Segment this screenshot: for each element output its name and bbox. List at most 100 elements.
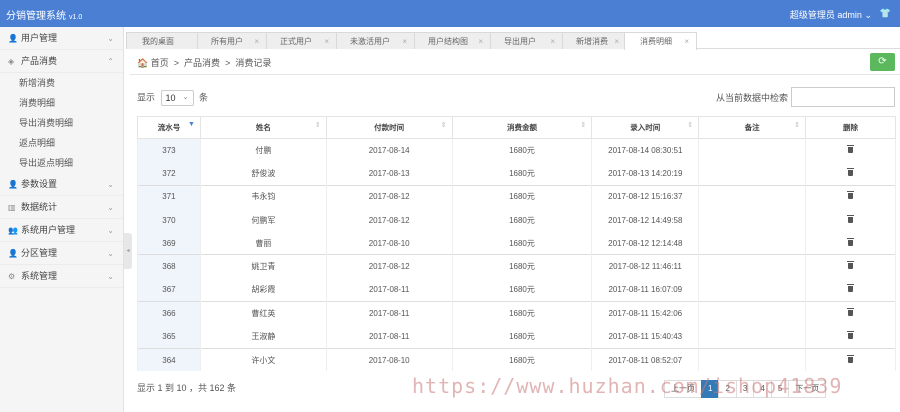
tab-3[interactable]: 正式用户 × bbox=[264, 32, 337, 49]
app-title-text: 分销管理系统 bbox=[6, 11, 66, 22]
tab-2[interactable]: 所有用户 × bbox=[195, 32, 267, 49]
cell-entry_time: 2017-08-14 08:30:51 bbox=[591, 137, 700, 162]
user-role: 超级管理员 bbox=[789, 10, 835, 20]
trash-icon[interactable] bbox=[847, 237, 855, 246]
sidebar-item-4[interactable]: ▥ 数据统计 ⌄ bbox=[0, 196, 123, 219]
sidebar-item-5[interactable]: 👥 系统用户管理 ⌄ bbox=[0, 219, 123, 242]
tab-5[interactable]: 用户结构图 × bbox=[412, 32, 491, 49]
trash-icon[interactable] bbox=[847, 284, 855, 293]
tab-label: 所有用户 bbox=[211, 37, 243, 46]
close-icon[interactable]: × bbox=[324, 33, 329, 50]
sidebar-item-7[interactable]: ⚙ 系统管理 ⌄ bbox=[0, 265, 123, 288]
column-header[interactable]: 姓名 ⇕ bbox=[199, 116, 327, 139]
table-row: 364 许小文 2017-08-10 1680元 2017-08-11 08:52:07 bbox=[137, 347, 896, 372]
chevron-down-icon: ⌄ bbox=[182, 94, 189, 101]
sidebar-item-label: 数据统计 bbox=[21, 202, 58, 212]
breadcrumb-home[interactable]: 首页 bbox=[151, 58, 169, 68]
tab-7[interactable]: 新增消费 × bbox=[560, 32, 627, 49]
column-header-label: 流水号 bbox=[157, 123, 181, 132]
sidebar-subitem[interactable]: 返点明细 bbox=[0, 133, 123, 153]
trash-icon[interactable] bbox=[847, 330, 855, 339]
table-row: 368 姚卫青 2017-08-12 1680元 2017-08-12 11:46:11 bbox=[137, 254, 896, 279]
tab-6[interactable]: 导出用户 × bbox=[488, 32, 563, 49]
column-header[interactable]: 录入时间 ⇕ bbox=[591, 116, 700, 139]
cell-entry_time: 2017-08-12 15:16:37 bbox=[591, 184, 700, 209]
column-header[interactable]: 消费金额 ⇕ bbox=[451, 116, 593, 139]
sidebar-subitem[interactable]: 新增消费 bbox=[0, 73, 123, 93]
cell-amount: 1680元 bbox=[451, 161, 593, 186]
cell-note bbox=[698, 231, 807, 255]
page-size-label: 显示 bbox=[137, 92, 156, 103]
sidebar-item-3[interactable]: 👤 参数设置 ⌄ bbox=[0, 173, 123, 196]
chevron-down-icon: ⌄ bbox=[107, 226, 114, 235]
trash-icon[interactable] bbox=[847, 214, 855, 223]
cell-name: 舒俊波 bbox=[199, 161, 327, 186]
cell-delete bbox=[805, 278, 896, 302]
tab-4[interactable]: 未激活用户 × bbox=[334, 32, 415, 49]
trash-icon[interactable] bbox=[847, 354, 855, 363]
sidebar-subitem[interactable]: 导出返点明细 bbox=[0, 153, 123, 173]
user-menu[interactable]: 超级管理员 admin ⌄ bbox=[790, 8, 872, 21]
sidebar-subitem[interactable]: 消费明细 bbox=[0, 93, 123, 113]
cell-entry_time: 2017-08-11 08:52:07 bbox=[591, 347, 700, 372]
table-row: 372 舒俊波 2017-08-13 1680元 2017-08-13 14:20:19 bbox=[137, 161, 896, 186]
sidebar-item-1[interactable]: 👤 用户管理 ⌄ bbox=[0, 27, 123, 50]
close-icon[interactable]: × bbox=[614, 33, 619, 50]
close-icon[interactable]: × bbox=[402, 33, 407, 50]
trash-icon[interactable] bbox=[847, 307, 855, 316]
sidebar-collapse-handle[interactable]: ◂ bbox=[124, 233, 132, 269]
sort-icon[interactable]: ⇕ bbox=[794, 121, 800, 129]
sort-icon[interactable]: ⇕ bbox=[315, 121, 321, 129]
column-header[interactable]: 流水号 ▼ bbox=[137, 116, 201, 139]
trash-icon[interactable] bbox=[847, 261, 855, 270]
tab-8[interactable]: 消费明细 × bbox=[624, 32, 697, 50]
chevron-down-icon: ⌄ bbox=[107, 34, 114, 43]
cell-delete bbox=[805, 184, 896, 209]
cell-note bbox=[698, 324, 807, 349]
sort-icon[interactable]: ⇕ bbox=[441, 121, 447, 129]
search-input[interactable] bbox=[791, 87, 895, 107]
chevron-down-icon: ⌄ bbox=[107, 180, 114, 189]
table-row: 373 付鹏 2017-08-14 1680元 2017-08-14 08:30:51 bbox=[137, 137, 896, 162]
cell-pay_time: 2017-08-11 bbox=[325, 278, 453, 302]
column-header-label: 消费金额 bbox=[506, 123, 537, 132]
refresh-button[interactable]: ⟳ bbox=[870, 53, 895, 71]
trash-icon[interactable] bbox=[847, 144, 855, 153]
column-header[interactable]: 备注 ⇕ bbox=[698, 116, 807, 139]
close-icon[interactable]: × bbox=[684, 33, 689, 50]
page-size-select[interactable]: 10 ⌄ bbox=[160, 90, 194, 106]
breadcrumb: 🏠 首页 > 产品消费 > 消费记录 bbox=[137, 56, 271, 69]
column-header[interactable]: 付款时间 ⇕ bbox=[325, 116, 453, 139]
skin-icon[interactable]: 👕 bbox=[880, 8, 891, 19]
chevron-down-icon: ⌄ bbox=[107, 272, 114, 281]
cell-entry_time: 2017-08-11 15:42:06 bbox=[591, 301, 700, 325]
cell-id: 366 bbox=[137, 301, 201, 325]
cell-amount: 1680元 bbox=[451, 137, 593, 162]
cell-id: 365 bbox=[137, 324, 201, 349]
trash-icon[interactable] bbox=[847, 191, 855, 200]
table-row: 367 胡彩霞 2017-08-11 1680元 2017-08-11 16:07:09 bbox=[137, 278, 896, 302]
cell-name: 胡彩霞 bbox=[199, 278, 327, 302]
sidebar-item-6[interactable]: 👤 分区管理 ⌄ bbox=[0, 242, 123, 265]
cell-name: 何鹏军 bbox=[199, 208, 327, 232]
sort-icon[interactable]: ⇕ bbox=[687, 121, 693, 129]
sort-desc-icon[interactable]: ▼ bbox=[188, 121, 195, 128]
sidebar-item-2[interactable]: ◈ 产品消费 ⌃ bbox=[0, 50, 123, 73]
column-header-label: 备注 bbox=[744, 123, 760, 132]
close-icon[interactable]: × bbox=[550, 33, 555, 50]
cell-id: 368 bbox=[137, 254, 201, 279]
sidebar-item-label: 参数设置 bbox=[21, 179, 58, 189]
close-icon[interactable]: × bbox=[254, 33, 259, 50]
tab-1[interactable]: 我的桌面 bbox=[126, 32, 198, 49]
chevron-down-icon: ⌄ bbox=[107, 203, 114, 212]
cell-delete bbox=[805, 254, 896, 279]
cell-pay_time: 2017-08-11 bbox=[325, 324, 453, 349]
close-icon[interactable]: × bbox=[478, 33, 483, 50]
cell-delete bbox=[805, 301, 896, 325]
sidebar-subitem[interactable]: 导出消费明细 bbox=[0, 113, 123, 133]
cell-entry_time: 2017-08-11 15:40:43 bbox=[591, 324, 700, 349]
column-header[interactable]: 删除 bbox=[805, 116, 896, 139]
trash-icon[interactable] bbox=[847, 167, 855, 176]
sidebar: 👤 用户管理 ⌄ ◈ 产品消费 ⌃ 新增消费 消费明细 导出消费明细 返点明细 导出返点明细 👤 参数设… bbox=[0, 27, 124, 412]
sort-icon[interactable]: ⇕ bbox=[580, 121, 586, 129]
